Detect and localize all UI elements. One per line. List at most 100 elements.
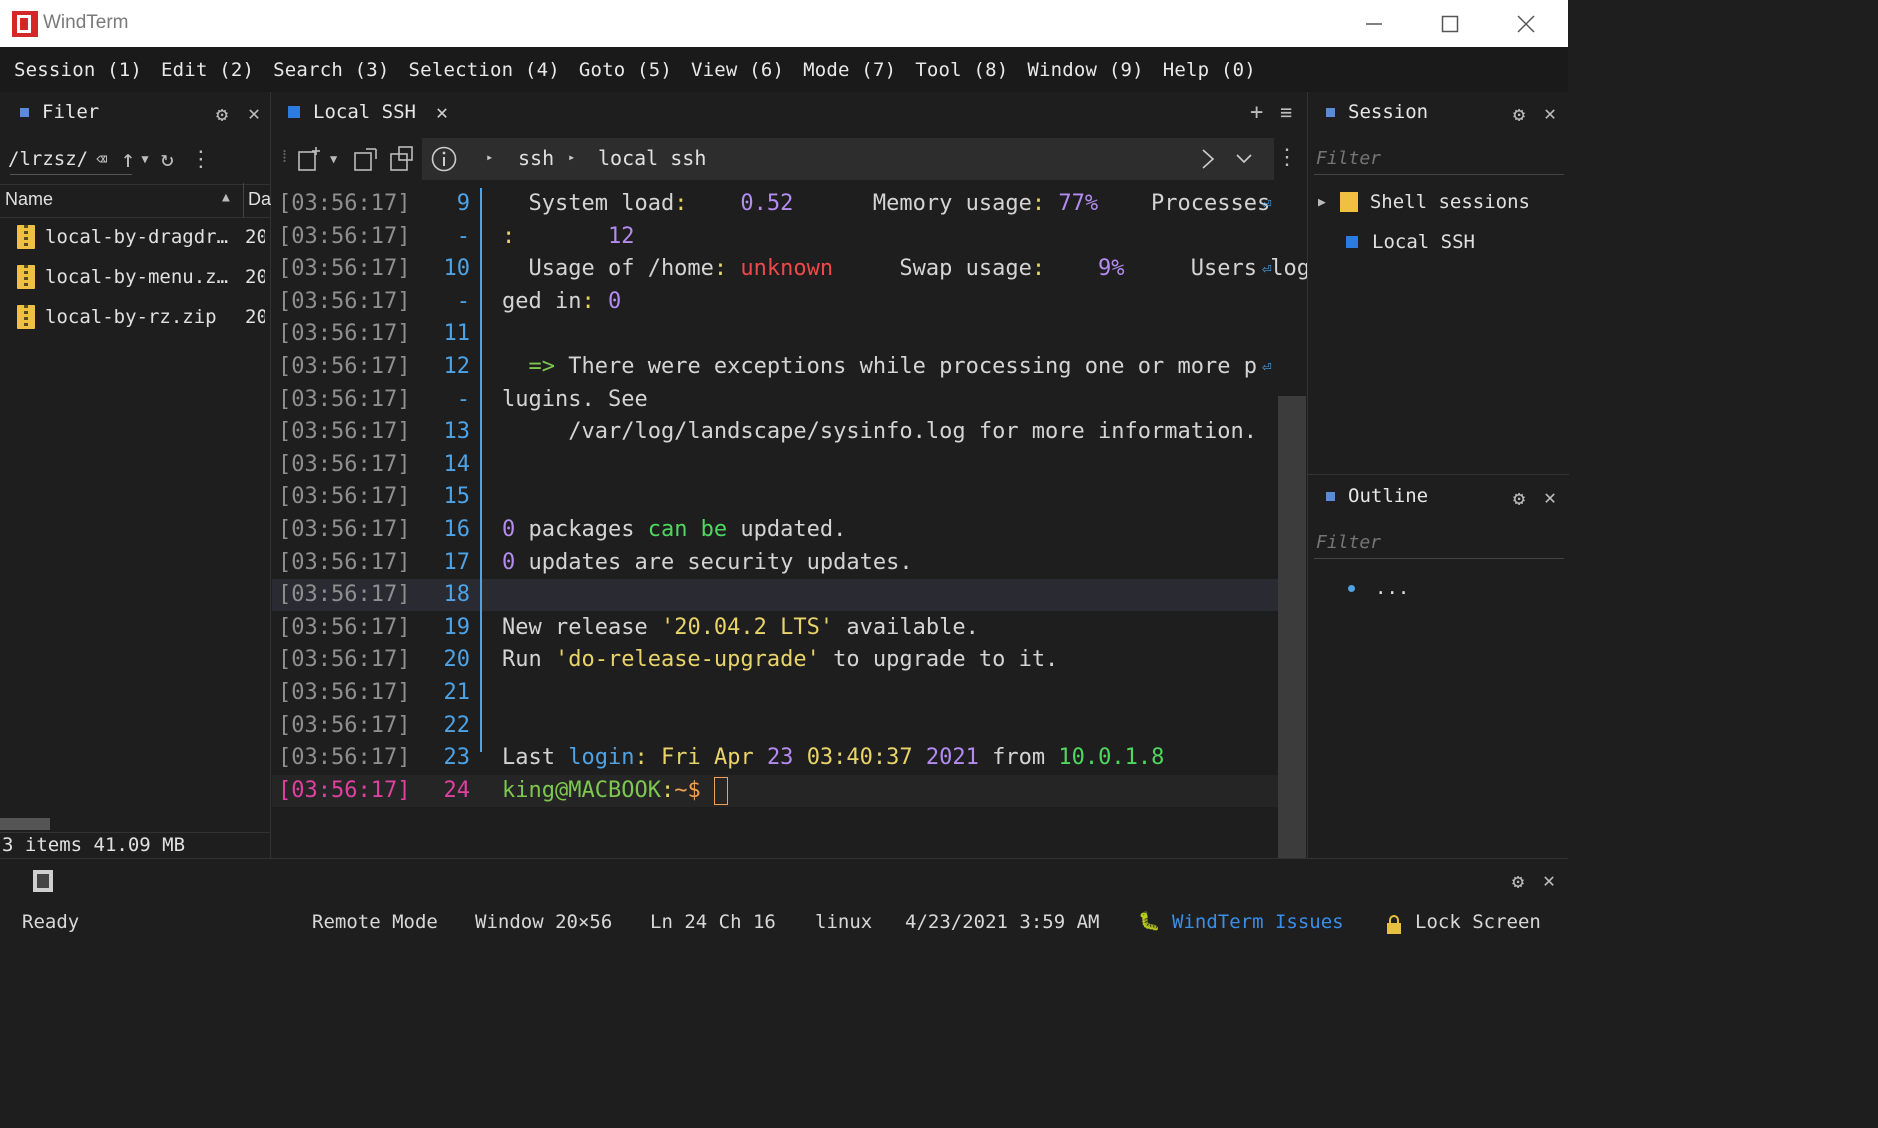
file-name: local-by-rz.zip [45, 306, 217, 328]
file-row[interactable]: local-by-menu.z… 20 [0, 257, 270, 297]
line-timestamp: [03:56:17] [278, 419, 411, 445]
caret-right-icon: ▶ [1318, 194, 1326, 210]
info-icon[interactable] [430, 145, 458, 173]
session-item-label: Local SSH [1372, 231, 1475, 253]
gear-icon[interactable]: ⚙ [216, 102, 228, 126]
text-segment: can be [647, 517, 728, 542]
terminal-line: [03:56:17] 18 [272, 579, 1278, 612]
backspace-icon[interactable]: ⌫ [96, 149, 107, 170]
tree-item-local-ssh[interactable]: Local SSH [1346, 224, 1475, 260]
menu-edit[interactable]: Edit (2) [161, 59, 254, 81]
menu-view[interactable]: View (6) [691, 59, 784, 81]
more-vertical-icon[interactable]: ⋮ [190, 147, 212, 172]
text-segment: king@MACBOOK [502, 777, 661, 803]
outline-item[interactable]: ... [1348, 570, 1409, 606]
line-timestamp: [03:56:17] [278, 777, 411, 803]
open-session-icon[interactable] [388, 145, 416, 173]
close-icon[interactable]: ✕ [1544, 101, 1556, 125]
menu-tool[interactable]: Tool (8) [915, 59, 1008, 81]
menu-help[interactable]: Help (0) [1163, 59, 1256, 81]
text-segment: Usage of /home [502, 256, 714, 282]
filer-h-scrollbar[interactable] [0, 818, 50, 830]
menu-window[interactable]: Window (9) [1027, 59, 1143, 81]
terminal-line: [03:56:17] 13 /var/log/landscape/sysinfo.… [272, 416, 1278, 448]
arrow-up-icon[interactable]: ↑ [121, 145, 135, 173]
wrap-indicator-icon: ⏎ [1262, 259, 1272, 279]
status-mode[interactable]: Remote Mode [312, 911, 438, 933]
windterm-logo-icon [12, 11, 38, 37]
status-window-size: Window 20×56 [475, 911, 613, 933]
close-icon[interactable]: ✕ [1543, 868, 1555, 892]
menu-selection[interactable]: Selection (4) [409, 59, 560, 81]
file-list-header: Name ▲ Da [0, 183, 271, 218]
grip-icon: ⁞ [282, 146, 288, 167]
terminal-output[interactable]: [03:56:17] 9 System load: 0.52 Memory usa… [272, 188, 1310, 818]
gear-icon[interactable]: ⚙ [1512, 869, 1524, 893]
file-row[interactable]: local-by-rz.zip 20 [0, 297, 270, 337]
panel-toggle-icon[interactable] [30, 867, 56, 895]
status-bar: ⚙ ✕ Ready Remote Mode Window 20×56 Ln 24… [0, 858, 1568, 943]
refresh-icon[interactable]: ↻ [161, 147, 174, 172]
close-icon[interactable]: ✕ [1544, 485, 1556, 509]
text-segment: available. [833, 614, 979, 640]
lock-screen-button[interactable]: Lock Screen [1415, 911, 1541, 933]
maximize-button[interactable] [1420, 6, 1480, 42]
menu-goto[interactable]: Goto (5) [579, 59, 672, 81]
terminal-area: Local SSH ✕ + ≡ ⁞ ▼ ▸ ssh ▸ local ssh ⋮ … [272, 92, 1310, 858]
line-timestamp: [03:56:17] [278, 256, 411, 282]
status-cursor-position[interactable]: Ln 24 Ch 16 [650, 911, 776, 933]
path-input[interactable]: /lrzsz/ [8, 148, 88, 170]
menu-search[interactable]: Search (3) [273, 59, 389, 81]
line-number: - [456, 288, 470, 314]
outline-filter-input[interactable] [1314, 526, 1564, 559]
title-bar: WindTerm [0, 0, 1568, 47]
windterm-issues-link[interactable]: WindTerm Issues [1172, 911, 1344, 933]
terminal-v-scrollbar[interactable] [1278, 396, 1306, 858]
breadcrumb-local-ssh[interactable]: local ssh [598, 146, 706, 170]
text-segment: 12 [515, 223, 635, 249]
chevron-down-icon[interactable]: ▼ [141, 152, 148, 166]
terminal-line: [03:56:17] - ged in: 0 [272, 286, 1278, 318]
text-segment: Users log [1124, 256, 1310, 282]
duplicate-session-icon[interactable] [352, 145, 380, 173]
breadcrumb-ssh[interactable]: ssh [518, 146, 554, 170]
tab-local-ssh[interactable]: Local SSH ✕ [288, 92, 448, 132]
text-segment: updated. [727, 517, 847, 542]
chevron-down-icon[interactable]: ▼ [330, 152, 337, 166]
column-divider[interactable] [243, 183, 244, 217]
folder-icon [1339, 192, 1358, 212]
more-vertical-icon[interactable]: ⋮ [1276, 145, 1298, 170]
close-icon[interactable]: ✕ [248, 101, 260, 125]
file-row[interactable]: local-by-dragdr… 20 [0, 217, 270, 257]
new-session-icon[interactable] [296, 145, 324, 173]
chevron-down-icon[interactable] [1234, 151, 1254, 167]
column-date[interactable]: Da [248, 189, 271, 210]
close-tab-icon[interactable]: ✕ [436, 100, 448, 124]
status-os: linux [815, 911, 873, 933]
line-timestamp: [03:56:17] [278, 191, 411, 216]
text-segment: 'do-release-upgrade' [554, 647, 820, 673]
file-date: 20 [245, 226, 265, 248]
column-name[interactable]: Name [5, 189, 53, 210]
line-number: 18 [443, 582, 471, 608]
line-number: 13 [443, 419, 471, 445]
close-window-button[interactable] [1496, 6, 1556, 42]
tree-folder-shell-sessions[interactable]: ▶ Shell sessions [1318, 184, 1530, 220]
gear-icon[interactable]: ⚙ [1513, 102, 1525, 126]
terminal-line: [03:56:17] 15 [272, 481, 1278, 513]
minimize-button[interactable] [1344, 6, 1404, 42]
lock-icon [1387, 915, 1401, 934]
menu-session[interactable]: Session (1) [14, 59, 142, 81]
menu-mode[interactable]: Mode (7) [803, 59, 896, 81]
gear-icon[interactable]: ⚙ [1513, 486, 1525, 510]
session-filter-input[interactable] [1314, 142, 1564, 175]
add-tab-icon[interactable]: + [1250, 100, 1263, 125]
text-segment: Run [502, 647, 555, 673]
tab-menu-icon[interactable]: ≡ [1280, 100, 1292, 124]
chevron-right-icon[interactable] [1198, 147, 1218, 171]
file-name: local-by-dragdr… [45, 226, 229, 248]
line-timestamp: [03:56:17] [278, 614, 411, 640]
line-content: Last login: Fri Apr 23 03:40:37 2021 fro… [502, 742, 1164, 774]
text-segment: unknown [727, 256, 834, 282]
line-number: 9 [456, 191, 470, 216]
